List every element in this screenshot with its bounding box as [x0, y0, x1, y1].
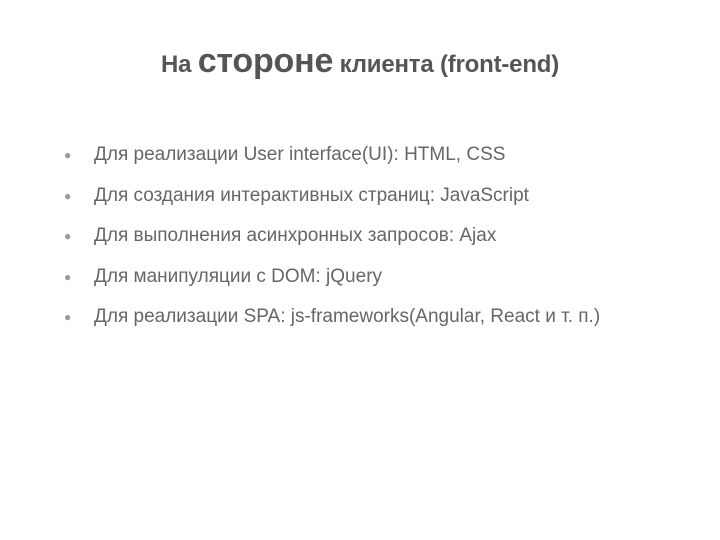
title-emphasis: стороне — [198, 42, 333, 80]
title-prefix: На — [161, 51, 198, 78]
bullet-list: Для реализации User interface(UI): HTML,… — [52, 141, 668, 331]
list-item: Для манипуляции с DOM: jQuery — [64, 263, 668, 291]
list-item: Для реализации User interface(UI): HTML,… — [64, 141, 668, 169]
list-item: Для реализации SPA: js-frameworks(Angula… — [64, 303, 668, 331]
list-item: Для создания интерактивных страниц: Java… — [64, 182, 668, 210]
slide: На стороне клиента (front-end) Для реали… — [0, 0, 720, 540]
list-item: Для выполнения асинхронных запросов: Aja… — [64, 222, 668, 250]
slide-title: На стороне клиента (front-end) — [52, 42, 668, 81]
title-suffix: клиента (front-end) — [333, 51, 559, 78]
